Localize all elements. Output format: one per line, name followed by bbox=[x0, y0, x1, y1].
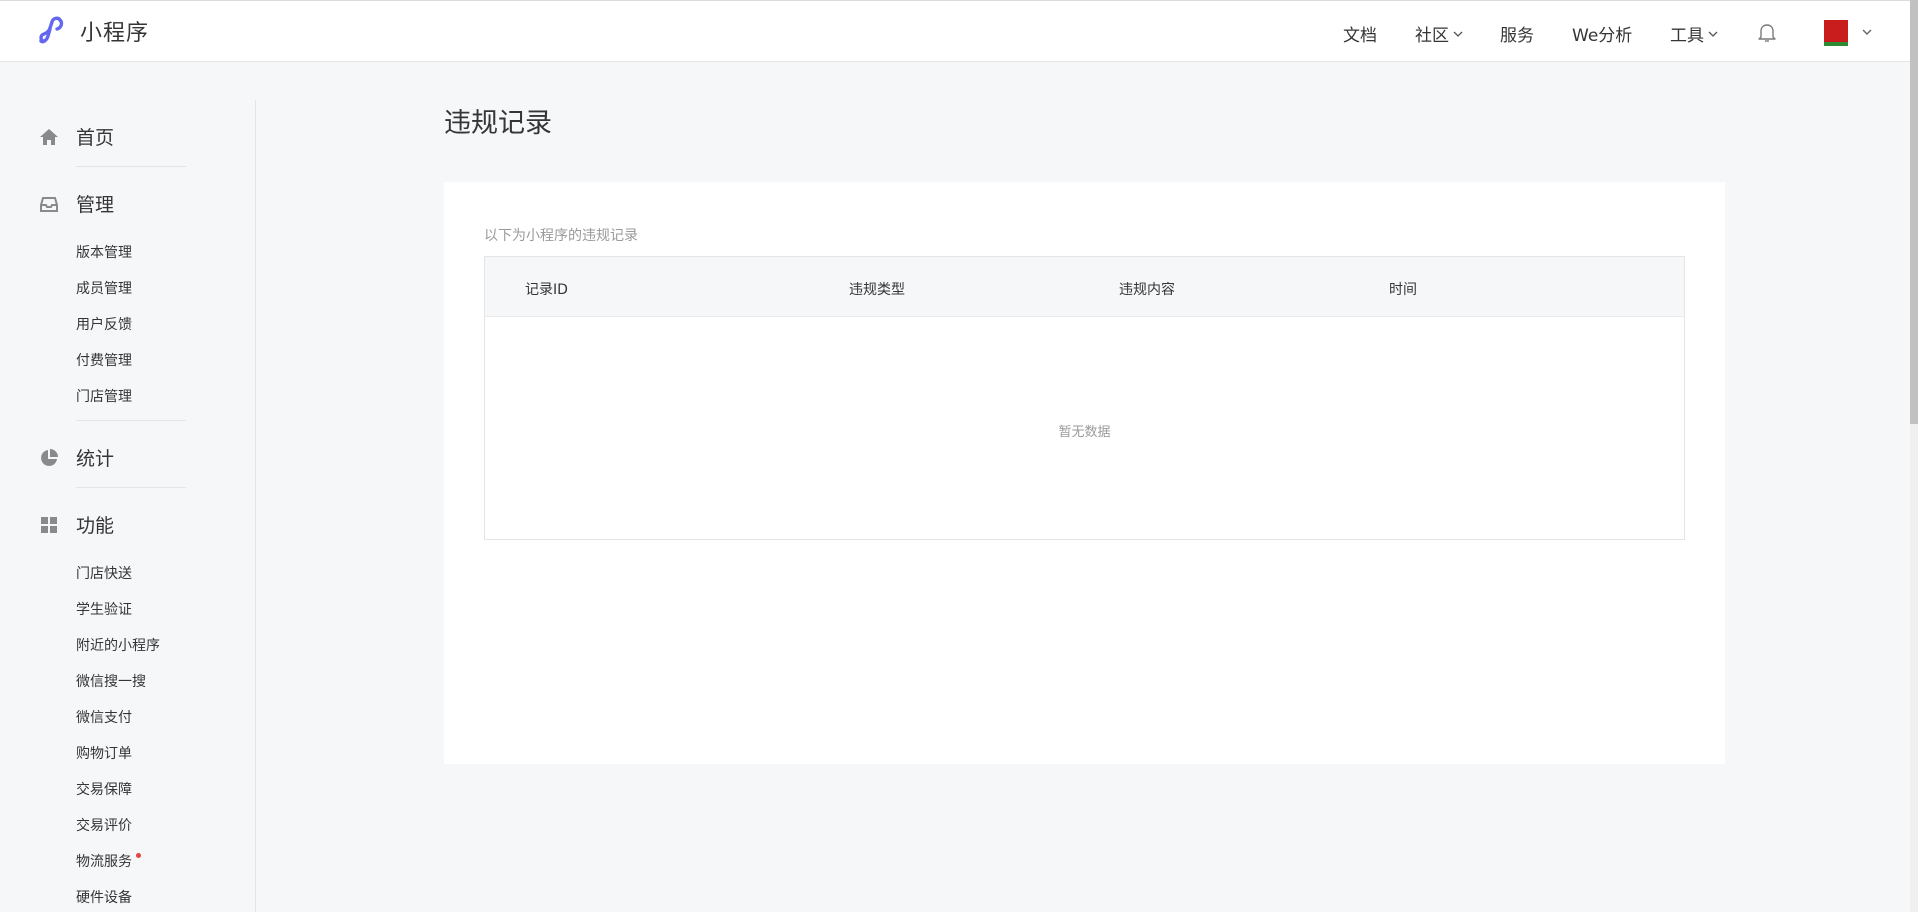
sidebar-item-member-management[interactable]: 成员管理 bbox=[76, 278, 132, 298]
sidebar-item-student-verification[interactable]: 学生验证 bbox=[76, 599, 132, 619]
inbox-icon bbox=[40, 196, 58, 212]
column-violation-content: 违规内容 bbox=[1119, 282, 1175, 298]
sidebar-item-trade-guarantee[interactable]: 交易保障 bbox=[76, 779, 132, 799]
pie-chart-icon bbox=[41, 448, 58, 466]
sidebar-item-home[interactable]: 首页 bbox=[38, 123, 114, 150]
page-scrollbar[interactable] bbox=[1910, 0, 1918, 912]
column-violation-type: 违规类型 bbox=[849, 282, 905, 298]
sidebar-item-trade-reviews[interactable]: 交易评价 bbox=[76, 815, 132, 835]
sidebar-item-user-feedback[interactable]: 用户反馈 bbox=[76, 314, 132, 334]
notification-bell-icon[interactable] bbox=[1756, 21, 1778, 43]
nav-tools-label: 工具 bbox=[1670, 26, 1704, 46]
grid-icon bbox=[41, 516, 57, 533]
nav-services[interactable]: 服务 bbox=[1500, 21, 1534, 46]
chevron-down-icon bbox=[1708, 31, 1718, 37]
nav-tools[interactable]: 工具 bbox=[1670, 21, 1719, 46]
user-avatar[interactable] bbox=[1824, 20, 1848, 46]
sidebar-item-shopping-orders[interactable]: 购物订单 bbox=[76, 743, 132, 763]
scrollbar-thumb[interactable] bbox=[1910, 0, 1918, 424]
chevron-down-icon[interactable] bbox=[1860, 25, 1874, 39]
sidebar-item-store-delivery[interactable]: 门店快送 bbox=[76, 563, 132, 583]
sidebar-item-hardware-devices[interactable]: 硬件设备 bbox=[76, 887, 132, 907]
sidebar-section-manage-label: 管理 bbox=[76, 194, 115, 216]
sidebar-item-wechat-pay[interactable]: 微信支付 bbox=[76, 707, 132, 727]
nav-we-analytics-label: We分析 bbox=[1572, 26, 1633, 46]
sidebar-item-logistics-service[interactable]: 物流服务 bbox=[76, 851, 132, 871]
column-time: 时间 bbox=[1389, 282, 1417, 298]
sidebar-section-features-label: 功能 bbox=[76, 515, 115, 537]
home-icon bbox=[40, 128, 58, 145]
sidebar-item-version-management[interactable]: 版本管理 bbox=[76, 242, 132, 262]
sidebar-item-wechat-search[interactable]: 微信搜一搜 bbox=[76, 671, 146, 691]
top-header: 小程序 文档 社区 服务 We分析 工具 bbox=[0, 0, 1918, 62]
column-record-id: 记录ID bbox=[525, 282, 568, 298]
sidebar-divider-line bbox=[76, 487, 186, 488]
nav-docs[interactable]: 文档 bbox=[1343, 21, 1377, 46]
sidebar-section-manage[interactable]: 管理 bbox=[38, 190, 114, 217]
nav-services-label: 服务 bbox=[1500, 26, 1534, 46]
miniprogram-logo-icon bbox=[39, 16, 64, 44]
sidebar-section-features[interactable]: 功能 bbox=[38, 511, 114, 538]
app-logo[interactable]: 小程序 bbox=[38, 15, 149, 47]
nav-we-analytics[interactable]: We分析 bbox=[1572, 21, 1632, 46]
records-description: 以下为小程序的违规记录 bbox=[484, 228, 638, 244]
sidebar-item-home-label: 首页 bbox=[76, 127, 115, 149]
sidebar-section-stats-label: 统计 bbox=[76, 448, 115, 470]
empty-state-text: 暂无数据 bbox=[1058, 425, 1111, 440]
sidebar-divider-line bbox=[76, 166, 186, 167]
sidebar-divider bbox=[255, 100, 256, 912]
page-title: 违规记录 bbox=[444, 108, 552, 139]
sidebar-item-store-management[interactable]: 门店管理 bbox=[76, 386, 132, 406]
chevron-down-icon bbox=[1453, 31, 1463, 37]
new-badge-dot bbox=[136, 853, 141, 858]
sidebar-section-stats[interactable]: 统计 bbox=[38, 444, 114, 471]
nav-community[interactable]: 社区 bbox=[1415, 21, 1464, 46]
sidebar-item-payment-management[interactable]: 付费管理 bbox=[76, 350, 132, 370]
sidebar-item-nearby-miniprograms[interactable]: 附近的小程序 bbox=[76, 635, 160, 655]
nav-community-label: 社区 bbox=[1415, 26, 1449, 46]
table-header: 记录ID 违规类型 违规内容 时间 bbox=[485, 257, 1684, 317]
sidebar-divider-line bbox=[76, 420, 186, 421]
app-title: 小程序 bbox=[80, 21, 150, 46]
nav-docs-label: 文档 bbox=[1343, 26, 1377, 46]
violation-records-card: 以下为小程序的违规记录 记录ID 违规类型 违规内容 时间 暂无数据 bbox=[444, 182, 1725, 764]
violation-records-table: 记录ID 违规类型 违规内容 时间 暂无数据 bbox=[484, 256, 1685, 540]
